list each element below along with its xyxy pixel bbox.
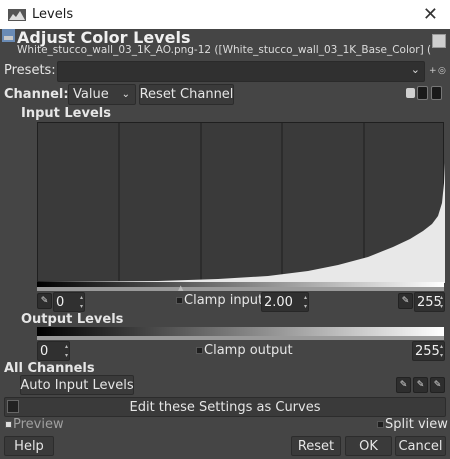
manage-presets-icon[interactable]: ◎ <box>438 66 446 76</box>
close-icon[interactable]: ✕ <box>423 4 438 25</box>
histogram-graph <box>38 123 445 283</box>
input-levels-label: Input Levels <box>21 106 111 121</box>
channel-linear-icon[interactable] <box>406 88 415 98</box>
output-levels-label: Output Levels <box>21 312 124 327</box>
window-title: Levels <box>32 7 74 22</box>
curves-icon <box>7 400 19 413</box>
preview-checkbox[interactable] <box>5 421 12 428</box>
eyedropper-gray-icon[interactable]: ✎ <box>413 377 428 393</box>
histogram-fill <box>38 163 445 283</box>
all-channels-label: All Channels <box>4 361 95 376</box>
channel-log-icon[interactable] <box>417 86 428 100</box>
output-high-spin[interactable]: 255 ▴ ▾ <box>412 341 445 361</box>
ok-button[interactable]: OK <box>345 436 392 456</box>
preview-label: Preview <box>13 417 64 432</box>
output-gradient-bar <box>37 327 444 336</box>
input-high-value: 255 <box>417 294 442 310</box>
reset-button[interactable]: Reset <box>291 436 341 456</box>
auto-input-levels-button[interactable]: Auto Input Levels <box>20 375 134 395</box>
clamp-output-label: Clamp output <box>204 343 293 358</box>
output-slider-track[interactable] <box>37 336 444 340</box>
eyedropper-white-icon[interactable]: ✎ <box>398 293 413 309</box>
histogram-scale-icon[interactable] <box>431 86 442 100</box>
chevron-down-icon: ⌄ <box>121 89 130 100</box>
gamma-slider-handle[interactable]: ▲ <box>178 284 183 292</box>
add-preset-icon[interactable]: + <box>429 66 437 76</box>
dialog-subtitle: White_stucco_wall_03_1K_AO.png-12 ([Whit… <box>17 44 432 56</box>
histogram <box>37 122 445 283</box>
eyedropper-white-icon[interactable]: ✎ <box>430 377 445 393</box>
spin-arrows-icon: ▴ ▾ <box>439 343 443 359</box>
clamp-input-checkbox[interactable] <box>176 297 183 304</box>
input-slider-track[interactable] <box>37 287 444 291</box>
help-button[interactable]: Help <box>4 436 54 456</box>
gamma-value: 2.00 <box>264 294 293 310</box>
clamp-output-checkbox[interactable] <box>196 347 203 354</box>
eyedropper-black-icon[interactable]: ✎ <box>396 377 411 393</box>
reset-channel-button[interactable]: Reset Channel <box>139 84 234 105</box>
split-view-label: Split view <box>385 417 448 432</box>
spin-arrows-icon: ▴ ▾ <box>439 294 443 310</box>
clamp-input-label: Clamp input <box>184 293 264 308</box>
eyedropper-black-icon[interactable]: ✎ <box>37 293 52 309</box>
edit-as-curves-label: Edit these Settings as Curves <box>129 399 321 415</box>
gamma-spin[interactable]: 2.00 ▴ ▾ <box>261 292 309 312</box>
split-view-checkbox[interactable] <box>377 421 384 428</box>
spin-arrows-icon: ▴ ▾ <box>79 294 83 310</box>
chevron-down-icon: ⌄ <box>410 63 420 76</box>
dialog-header: Adjust Color Levels White_stucco_wall_03… <box>0 28 450 61</box>
spin-arrows-icon: ▴ ▾ <box>303 294 307 310</box>
channel-label: Channel: <box>4 87 69 102</box>
input-low-value: 0 <box>56 294 65 310</box>
input-low-spin[interactable]: 0 ▴ ▾ <box>53 292 85 312</box>
image-thumbnail-icon <box>2 29 15 42</box>
image-preview-thumbnail <box>432 34 446 48</box>
window-titlebar: Levels ✕ <box>0 0 450 29</box>
spin-arrows-icon: ▴ ▾ <box>64 343 68 359</box>
output-low-spin[interactable]: 0 ▴ ▾ <box>37 341 70 361</box>
channel-combo[interactable]: Value ⌄ <box>68 84 136 105</box>
cancel-button[interactable]: Cancel <box>395 436 446 456</box>
channel-value: Value <box>73 87 109 102</box>
presets-label: Presets: <box>4 63 56 78</box>
output-high-value: 255 <box>415 343 440 359</box>
output-low-value: 0 <box>40 343 49 359</box>
presets-combo[interactable]: ⌄ <box>57 61 425 82</box>
edit-as-curves-button[interactable]: Edit these Settings as Curves <box>4 397 446 417</box>
levels-icon <box>8 8 26 21</box>
input-high-spin[interactable]: 255 ▴ ▾ <box>414 292 445 312</box>
